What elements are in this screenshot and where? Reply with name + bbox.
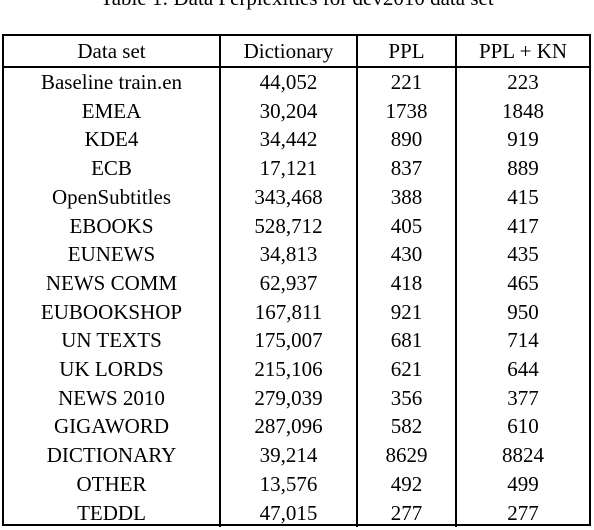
cell-dictionary: 39,214 [219, 441, 357, 470]
header-data-set: Data set [4, 36, 220, 68]
cell-ppl: 921 [356, 297, 456, 327]
cell-data-set: OTHER [76, 471, 147, 496]
cell-data-set: ECB [91, 156, 132, 181]
cell-dictionary: 167,811 [219, 297, 357, 327]
cell-dictionary: 287,096 [219, 412, 357, 442]
cell-dictionary: 528,712 [219, 211, 357, 241]
cell-data-set: EMEA [81, 98, 142, 123]
cell-dictionary: 34,442 [219, 125, 357, 155]
cell-ppl-kn: 1848 [455, 96, 589, 126]
header-dictionary: Dictionary [219, 36, 357, 68]
header-ppl-kn: PPL + KN [455, 36, 589, 68]
table-row: NEWS COMM 62,937 418 465 [4, 268, 589, 298]
cell-dictionary: 279,039 [219, 383, 357, 413]
header-ppl: PPL [356, 36, 456, 68]
cell-ppl: 681 [356, 326, 456, 356]
cell-ppl: 430 [356, 240, 456, 269]
cell-ppl-kn: 950 [455, 297, 589, 327]
table-caption: Table 1: Data Perplexities for dev2010 d… [0, 0, 594, 10]
cell-ppl: 388 [356, 182, 456, 212]
table-row: EUNEWS 34,813 430 435 [4, 240, 589, 269]
cell-data-set: NEWS COMM [45, 270, 178, 295]
cell-dictionary: 34,813 [219, 240, 357, 269]
table-row: UN TEXTS 175,007 681 714 [4, 326, 589, 356]
cell-ppl: 1738 [356, 96, 456, 126]
table-row: TEDDL 47,015 277 277 [4, 498, 589, 528]
cell-ppl-kn: 435 [455, 240, 589, 269]
cell-ppl-kn: 415 [455, 182, 589, 212]
cell-data-set: TEDDL [77, 500, 146, 525]
cell-dictionary: 30,204 [219, 96, 357, 126]
perplexity-table: Data set Dictionary PPL PPL + KN Baselin… [4, 36, 589, 528]
cell-data-set: OpenSubtitles [52, 184, 171, 209]
table-row: ECB 17,121 837 889 [4, 154, 589, 183]
cell-ppl-kn: 499 [455, 469, 589, 499]
cell-data-set: GIGAWORD [54, 414, 169, 439]
cell-ppl: 492 [356, 469, 456, 499]
cell-ppl: 277 [356, 498, 456, 528]
table-row: EMEA 30,204 1738 1848 [4, 96, 589, 126]
cell-ppl: 221 [356, 67, 456, 97]
cell-ppl-kn: 919 [455, 125, 589, 155]
cell-dictionary: 175,007 [219, 326, 357, 356]
cell-data-set: DICTIONARY [46, 443, 177, 468]
cell-data-set: EUBOOKSHOP [40, 299, 183, 324]
table-row: KDE4 34,442 890 919 [4, 125, 589, 155]
table-row: GIGAWORD 287,096 582 610 [4, 412, 589, 442]
table-row: OpenSubtitles 343,468 388 415 [4, 182, 589, 212]
table-row: NEWS 2010 279,039 356 377 [4, 383, 589, 413]
cell-ppl: 418 [356, 268, 456, 298]
cell-dictionary: 13,576 [219, 469, 357, 499]
cell-dictionary: 215,106 [219, 355, 357, 384]
cell-data-set: UN TEXTS [61, 328, 162, 353]
cell-dictionary: 47,015 [219, 498, 357, 528]
cell-ppl: 582 [356, 412, 456, 442]
cell-data-set: UK LORDS [59, 357, 164, 382]
perplexity-table-container: Data set Dictionary PPL PPL + KN Baselin… [2, 34, 591, 528]
cell-ppl-kn: 889 [455, 154, 589, 183]
cell-ppl-kn: 644 [455, 355, 589, 384]
cell-dictionary: 17,121 [219, 154, 357, 183]
table-row: EBOOKS 528,712 405 417 [4, 211, 589, 241]
cell-ppl-kn: 417 [455, 211, 589, 241]
table-row: OTHER 13,576 492 499 [4, 469, 589, 499]
cell-ppl: 405 [356, 211, 456, 241]
cell-data-set: Baseline train.en [40, 70, 183, 94]
table-row: Baseline train.en 44,052 221 223 [4, 67, 589, 97]
cell-data-set: KDE4 [84, 127, 139, 152]
cell-ppl-kn: 465 [455, 268, 589, 298]
header-row: Data set Dictionary PPL PPL + KN [4, 36, 589, 68]
cell-data-set: NEWS 2010 [58, 385, 165, 410]
cell-ppl-kn: 8824 [455, 441, 589, 470]
cell-ppl-kn: 223 [455, 67, 589, 97]
cell-data-set: EBOOKS [69, 213, 154, 238]
cell-dictionary: 62,937 [219, 268, 357, 298]
cell-ppl: 8629 [356, 441, 456, 470]
cell-ppl-kn: 277 [455, 498, 589, 528]
table-row: DICTIONARY 39,214 8629 8824 [4, 441, 589, 470]
cell-ppl: 356 [356, 383, 456, 413]
table-row: EUBOOKSHOP 167,811 921 950 [4, 297, 589, 327]
cell-ppl: 890 [356, 125, 456, 155]
cell-ppl-kn: 610 [455, 412, 589, 442]
cell-dictionary: 343,468 [219, 182, 357, 212]
cell-ppl: 837 [356, 154, 456, 183]
cell-data-set: EUNEWS [67, 242, 156, 267]
table-body: Baseline train.en 44,052 221 223 EMEA 30,204 1… [4, 67, 589, 528]
cell-ppl-kn: 714 [455, 326, 589, 356]
cell-dictionary: 44,052 [219, 67, 357, 97]
cell-ppl-kn: 377 [455, 383, 589, 413]
cell-ppl: 621 [356, 355, 456, 384]
table-row: UK LORDS 215,106 621 644 [4, 355, 589, 384]
